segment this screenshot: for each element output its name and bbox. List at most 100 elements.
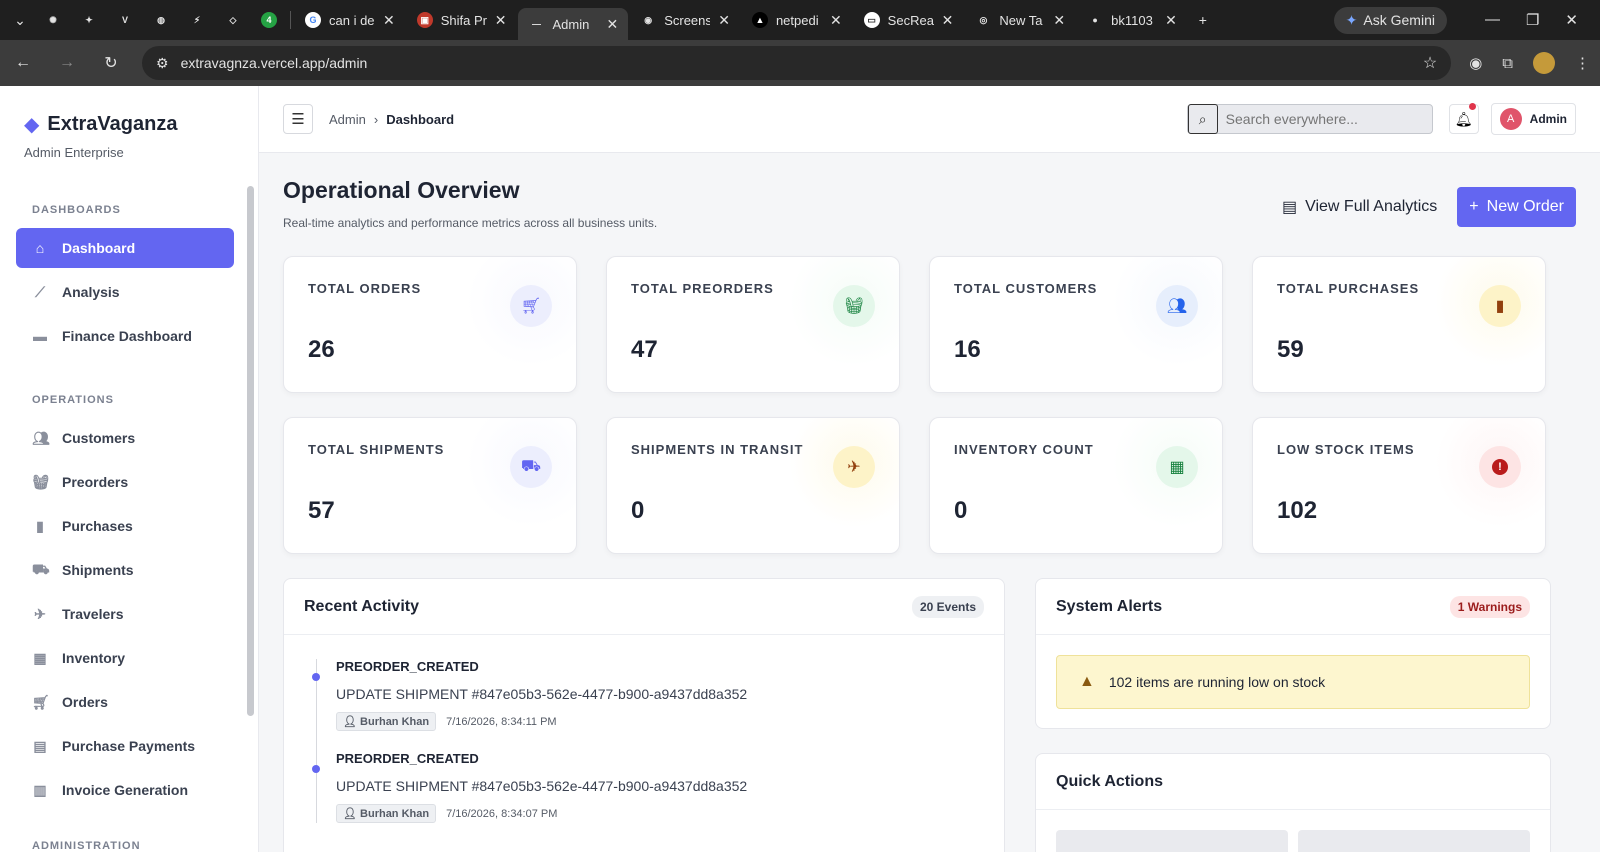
tab-title: netpedi xyxy=(775,12,819,28)
event-description: UPDATE SHIPMENT #847e05b3-562e-4477-b900… xyxy=(336,778,748,794)
stats-grid: TOTAL ORDERS 26 🛒︎ TOTAL PREORDERS 47 🧺︎ TOTAL… xyxy=(283,256,1576,554)
stat-card[interactable]: TOTAL ORDERS 26 🛒︎ xyxy=(283,256,577,393)
ask-gemini-button[interactable]: ✦ Ask Gemini xyxy=(1333,6,1447,34)
new-tab-button[interactable]: + xyxy=(1189,6,1217,34)
browser-tab[interactable]: ● bk1103 ✕ xyxy=(1077,4,1187,36)
browser-tab[interactable]: ▣ Shifa Pr ✕ xyxy=(407,4,517,36)
close-tab-icon[interactable]: ✕ xyxy=(830,12,842,29)
stat-card[interactable]: LOW STOCK ITEMS 102! xyxy=(1252,417,1546,554)
stat-card[interactable]: TOTAL PURCHASES 59 ▮ xyxy=(1252,256,1546,393)
close-tab-icon[interactable]: ✕ xyxy=(606,16,618,33)
sidebar-item-purchases[interactable]: ▮ Purchases xyxy=(16,506,234,546)
bookmark-star-icon[interactable]: ☆ xyxy=(1423,53,1437,73)
browser-tab[interactable]: — Admin ✕ xyxy=(518,8,629,40)
address-bar[interactable]: ⚙ extravagnza.vercel.app/admin ☆ xyxy=(142,46,1452,80)
sidebar-item-label: Customers xyxy=(62,430,136,446)
stat-card[interactable]: TOTAL SHIPMENTS 57 ⛟ xyxy=(283,417,577,554)
quick-action-button[interactable] xyxy=(1298,830,1530,852)
stat-card[interactable]: TOTAL CUSTOMERS 16 👥︎ xyxy=(929,256,1223,393)
url-text[interactable]: extravagnza.vercel.app/admin xyxy=(181,55,368,71)
sidebar-item-customers[interactable]: 👥︎ Customers xyxy=(16,418,234,458)
close-tab-icon[interactable]: ✕ xyxy=(1053,12,1065,29)
browser-tab[interactable]: ◇ xyxy=(216,4,250,36)
invoice-icon: ▥ xyxy=(33,781,47,798)
stat-card[interactable]: TOTAL PREORDERS 47 🧺︎ xyxy=(606,256,900,393)
browser-tab[interactable]: ▲ netpedi ✕ xyxy=(742,4,852,36)
github-icon: ● xyxy=(1092,15,1098,25)
browser-tab[interactable]: ✺ xyxy=(36,4,70,36)
search-icon[interactable]: ⌕ xyxy=(1187,104,1218,134)
sidebar-scrollbar[interactable] xyxy=(247,186,254,716)
browser-menu-icon[interactable]: ⋮ xyxy=(1575,54,1590,72)
close-tab-icon[interactable]: ✕ xyxy=(718,12,730,29)
chevron-right-icon: › xyxy=(373,111,379,127)
user-menu[interactable]: A Admin xyxy=(1490,103,1576,135)
sidebar-item-orders[interactable]: 🛒︎ Orders xyxy=(16,682,234,722)
sidebar-item-finance-dashboard[interactable]: ▬ Finance Dashboard xyxy=(16,316,234,356)
browser-tab[interactable]: ✦ xyxy=(72,4,106,36)
screenshot-icon[interactable]: ◉ xyxy=(1469,54,1482,72)
sidebar-item-inventory[interactable]: ▦ Inventory xyxy=(16,638,234,678)
browser-tab[interactable]: ◉ Screens ✕ xyxy=(630,4,740,36)
view-analytics-button[interactable]: ▤ View Full Analytics xyxy=(1282,197,1437,217)
browser-tab[interactable]: ⚡︎ xyxy=(180,4,214,36)
event-timestamp: 7/16/2026, 8:34:11 PM xyxy=(446,715,557,728)
quick-action-button[interactable] xyxy=(1056,830,1288,852)
close-window-icon[interactable]: ✕ xyxy=(1565,11,1578,29)
sidebar-item-shipments[interactable]: ⛟ Shipments xyxy=(16,550,234,590)
stat-card[interactable]: INVENTORY COUNT 0 ▦ xyxy=(929,417,1223,554)
reload-icon[interactable]: ↻ xyxy=(98,53,124,73)
gemini-icon: ✦ xyxy=(85,14,93,25)
close-tab-icon[interactable]: ✕ xyxy=(383,12,395,29)
diamond-logo-icon: ◆ xyxy=(24,114,40,136)
boxes-icon: ▦ xyxy=(33,649,47,666)
browser-tab[interactable]: ◎ New Ta ✕ xyxy=(965,4,1075,36)
sidebar-item-purchase-payments[interactable]: ▤ Purchase Payments xyxy=(16,726,234,766)
browser-tab[interactable]: ◍ xyxy=(144,4,178,36)
menu-toggle-button[interactable]: ☰ xyxy=(283,104,313,134)
plane-icon: ✈ xyxy=(833,446,875,488)
stat-card[interactable]: SHIPMENTS IN TRANSIT 0 ✈ xyxy=(606,417,900,554)
forward-icon[interactable]: → xyxy=(54,54,80,72)
extensions-icon[interactable]: ⧉ xyxy=(1502,55,1513,72)
profile-avatar[interactable] xyxy=(1533,52,1555,74)
system-alerts-panel: System Alerts 1 Warnings ▲ 102 items are… xyxy=(1035,578,1551,729)
sidebar-item-preorders[interactable]: 🧺︎ Preorders xyxy=(16,462,234,502)
timeline-dot xyxy=(312,765,320,773)
close-tab-icon[interactable]: ✕ xyxy=(495,12,507,29)
browser-tab[interactable]: ▭ SecReal ✕ xyxy=(854,4,964,36)
low-stock-alert[interactable]: ▲ 102 items are running low on stock xyxy=(1056,655,1530,709)
events-badge: 20 Events xyxy=(911,595,984,618)
tab-title: can i de xyxy=(329,12,375,28)
search-input[interactable] xyxy=(1217,111,1418,127)
sidebar-item-analysis[interactable]: ⟋ Analysis xyxy=(16,272,234,312)
sidebar-item-travelers[interactable]: ✈ Travelers xyxy=(16,594,234,634)
site-info-icon[interactable]: ⚙ xyxy=(156,55,169,72)
browser-tab[interactable]: V xyxy=(108,4,142,36)
bolt-icon: ⚡︎ xyxy=(193,14,201,25)
doc-icon: ▭ xyxy=(863,12,880,28)
event-user: 👤︎ Burhan Khan xyxy=(336,712,437,731)
tab-search-button[interactable]: ⌄ xyxy=(6,6,34,34)
user-name: Admin xyxy=(1529,112,1567,126)
breadcrumb-admin[interactable]: Admin xyxy=(329,112,366,127)
back-icon[interactable]: ← xyxy=(10,54,36,72)
close-tab-icon[interactable]: ✕ xyxy=(942,12,954,29)
sidebar-item-label: Purchase Payments xyxy=(62,738,196,754)
main-content: ☰ Admin › Dashboard ⌕ 🔔︎ A Admin xyxy=(259,86,1600,852)
new-order-button[interactable]: + New Order xyxy=(1457,186,1576,227)
quick-actions-panel: Quick Actions xyxy=(1035,753,1551,852)
sidebar-item-invoice-generation[interactable]: ▥ Invoice Generation xyxy=(16,770,234,810)
browser-tab[interactable]: 4 xyxy=(252,4,286,36)
sidebar-item-label: Analysis xyxy=(62,284,120,300)
sidebar-item-dashboard[interactable]: ⌂ Dashboard xyxy=(16,228,234,268)
pdf-icon: ▣ xyxy=(416,12,433,28)
tab-title: SecReal xyxy=(887,12,934,28)
notifications-button[interactable]: 🔔︎ xyxy=(1448,103,1479,134)
alert-message: 102 items are running low on stock xyxy=(1108,674,1326,690)
browser-tab[interactable]: Gcan i de ✕ xyxy=(295,4,405,36)
boxes-icon: ▦ xyxy=(1156,446,1198,488)
minimize-icon[interactable]: — xyxy=(1485,11,1500,29)
restore-icon[interactable]: ❐ xyxy=(1526,11,1539,29)
close-tab-icon[interactable]: ✕ xyxy=(1165,12,1177,29)
